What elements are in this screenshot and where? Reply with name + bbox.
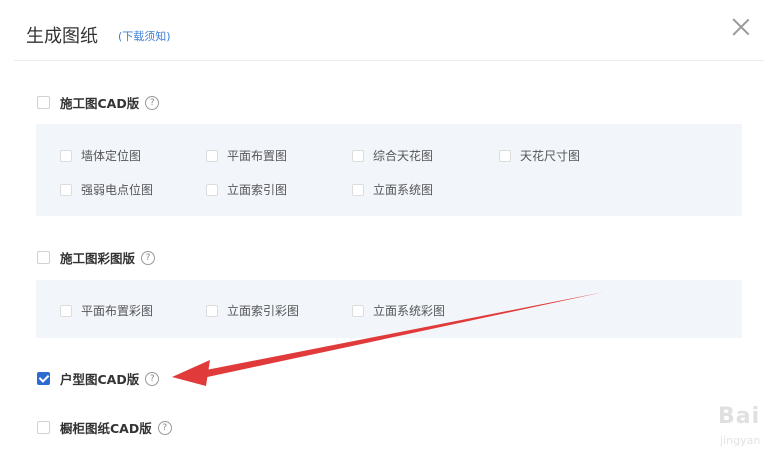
watermark-logo: Bai [718, 404, 761, 429]
generate-drawings-dialog: 生成图纸 (下载须知) 施工图CAD版 ? 墙体定位图 平面布置图 综合天花图 … [0, 0, 770, 460]
arrow-shaft [196, 292, 604, 379]
watermark-subtext: jingyan [720, 434, 761, 447]
red-arrow-annotation [172, 292, 604, 386]
baidu-watermark: Bai jingyan [718, 400, 770, 460]
arrow-head [172, 360, 210, 386]
